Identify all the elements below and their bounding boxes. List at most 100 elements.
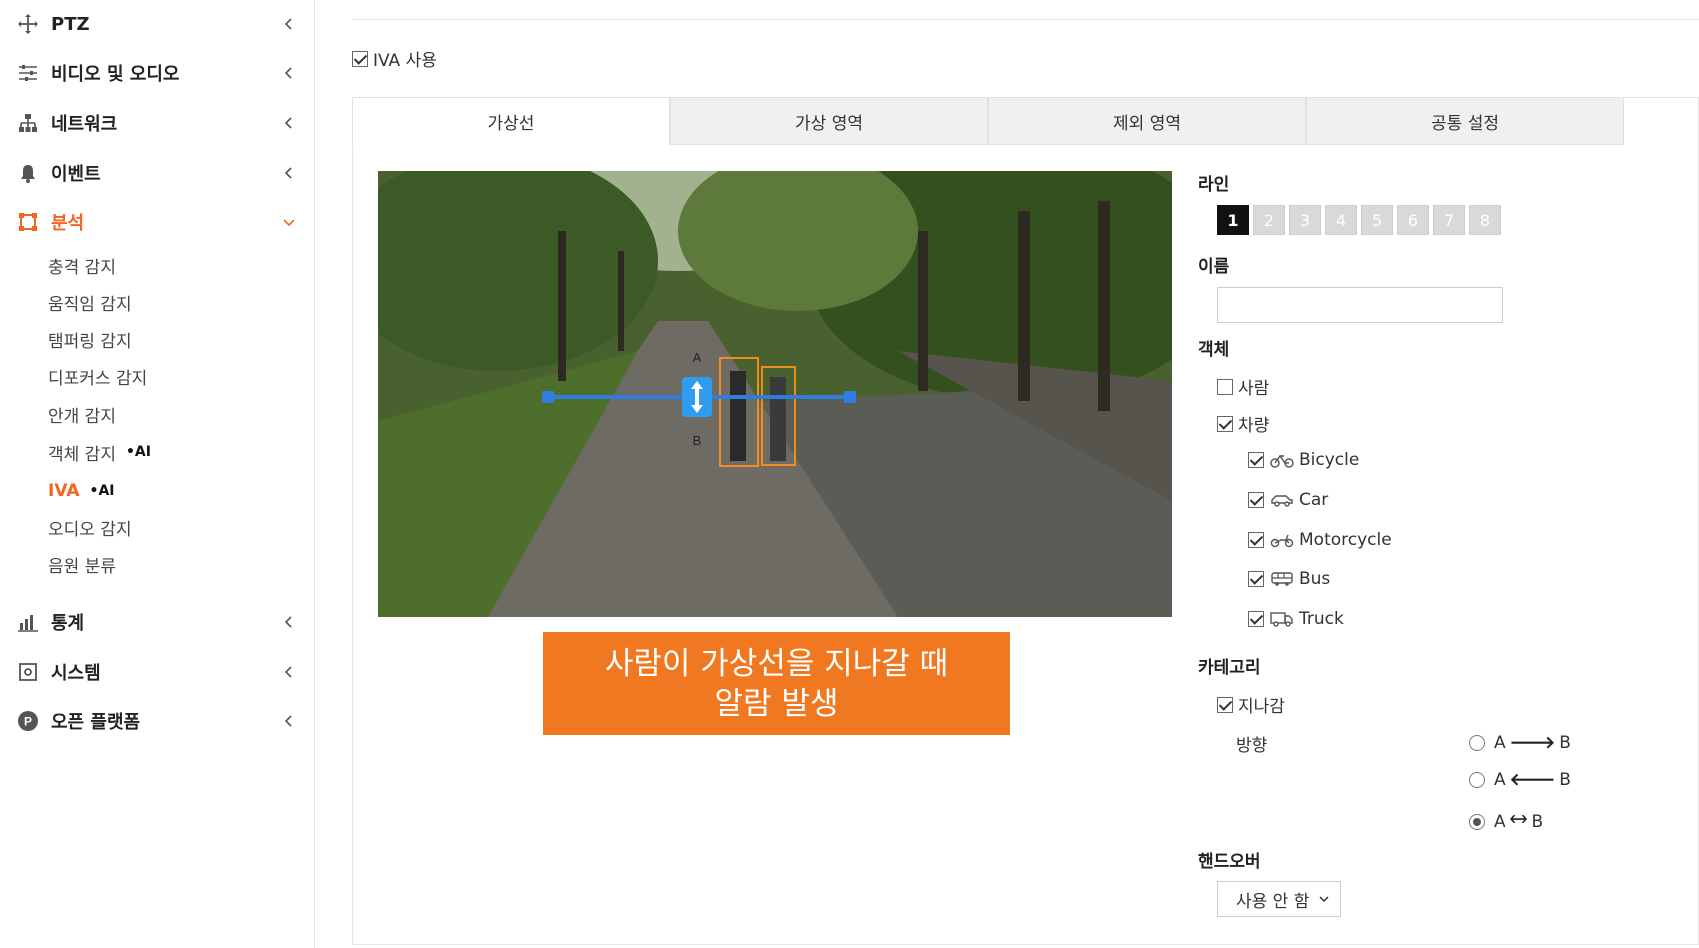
line-button-4[interactable]: 4 bbox=[1325, 205, 1357, 235]
svg-text:P: P bbox=[24, 715, 32, 729]
sidebar-item-label: 분석 bbox=[51, 213, 85, 234]
object-vehicle-label: 차량 bbox=[1238, 416, 1270, 436]
line-button-3[interactable]: 3 bbox=[1289, 205, 1321, 235]
sidebar-item-label: 시스템 bbox=[51, 663, 101, 684]
vehicle-truck-checkbox[interactable]: Truck bbox=[1248, 609, 1344, 629]
tab-common-settings[interactable]: 공통 설정 bbox=[1306, 97, 1624, 145]
sub-item-motion[interactable]: 움직임 감지 bbox=[48, 287, 132, 317]
sidebar-item-label: 네트워크 bbox=[51, 114, 118, 135]
line-button-6[interactable]: 6 bbox=[1397, 205, 1429, 235]
direction-a-to-b-radio[interactable]: A 🡒 B bbox=[1469, 733, 1571, 753]
sidebar-item-system[interactable]: 시스템 bbox=[0, 652, 314, 692]
sidebar-item-network[interactable]: 네트워크 bbox=[0, 103, 314, 143]
checkbox[interactable] bbox=[1248, 532, 1264, 548]
direction-b-to-a-radio[interactable]: A 🡐 B bbox=[1469, 770, 1571, 790]
sidebar-item-analysis[interactable]: 분석 bbox=[0, 202, 314, 242]
sub-item-fog[interactable]: 안개 감지 bbox=[48, 399, 116, 429]
direction-a: A bbox=[1494, 811, 1506, 832]
object-person-checkbox[interactable]: 사람 bbox=[1217, 374, 1269, 399]
chevron-down-icon bbox=[283, 219, 295, 227]
video-preview[interactable]: A B bbox=[378, 171, 1172, 617]
sub-item-sound-classification[interactable]: 음원 분류 bbox=[48, 549, 116, 579]
arrow-left-icon: 🡐 bbox=[1509, 770, 1556, 790]
sub-item-label: 안개 감지 bbox=[48, 406, 116, 427]
chevron-down-icon bbox=[1319, 896, 1329, 903]
vehicle-bicycle-checkbox[interactable]: Bicycle bbox=[1248, 450, 1359, 470]
sidebar-item-open-platform[interactable]: P 오픈 플랫폼 bbox=[0, 701, 314, 741]
object-vehicle-checkbox[interactable]: 차량 bbox=[1217, 411, 1269, 436]
platform-p-icon: P bbox=[18, 711, 38, 731]
vehicle-car-checkbox[interactable]: Car bbox=[1248, 490, 1328, 510]
sidebar-item-ptz[interactable]: PTZ bbox=[0, 4, 314, 44]
sub-item-tampering[interactable]: 탬퍼링 감지 bbox=[48, 324, 132, 354]
line-button-5[interactable]: 5 bbox=[1361, 205, 1393, 235]
move-icon bbox=[18, 14, 38, 34]
checkbox[interactable] bbox=[1248, 492, 1264, 508]
sidebar-item-event[interactable]: 이벤트 bbox=[0, 153, 314, 193]
iva-enable-label: IVA 사용 bbox=[373, 51, 437, 71]
line-button-8[interactable]: 8 bbox=[1469, 205, 1501, 235]
line-button-1[interactable]: 1 bbox=[1217, 205, 1249, 235]
tab-exclude-area[interactable]: 제외 영역 bbox=[988, 97, 1306, 145]
chevron-left-icon bbox=[284, 67, 292, 79]
direction-a: A bbox=[1494, 770, 1506, 790]
checkbox[interactable] bbox=[1217, 696, 1233, 713]
bell-icon bbox=[21, 165, 35, 183]
sidebar-item-video-audio[interactable]: 비디오 및 오디오 bbox=[0, 53, 314, 93]
ai-badge: •AI bbox=[89, 483, 115, 499]
main-content: IVA 사용 가상선 가상 영역 제외 영역 공통 설정 A B 사람이 가상선… bbox=[314, 0, 1699, 948]
tab-virtual-line[interactable]: 가상선 bbox=[352, 97, 670, 145]
sub-item-object-detection[interactable]: 객체 감지 •AI bbox=[48, 437, 151, 467]
radio-button[interactable] bbox=[1469, 813, 1485, 830]
radio-button[interactable] bbox=[1469, 772, 1485, 788]
checkbox[interactable] bbox=[1217, 415, 1233, 432]
chevron-left-icon bbox=[284, 18, 292, 30]
sub-item-label: 충격 감지 bbox=[48, 257, 116, 278]
bar-chart-icon bbox=[18, 615, 38, 632]
marker-b: B bbox=[693, 433, 702, 448]
sub-item-iva[interactable]: IVA •AI bbox=[48, 476, 115, 506]
line-section-title: 라인 bbox=[1198, 175, 1230, 195]
vehicle-car-label: Car bbox=[1299, 490, 1329, 510]
line-selector: 1 2 3 4 5 6 7 8 bbox=[1217, 205, 1501, 235]
vehicle-bus-checkbox[interactable]: Bus bbox=[1248, 569, 1330, 589]
sub-item-label: 오디오 감지 bbox=[48, 519, 132, 540]
handover-select[interactable]: 사용 안 함 bbox=[1217, 881, 1341, 917]
checkbox[interactable] bbox=[1217, 378, 1233, 395]
line-button-2[interactable]: 2 bbox=[1253, 205, 1285, 235]
vehicle-bus-label: Bus bbox=[1299, 569, 1331, 589]
vehicle-motorcycle-label: Motorcycle bbox=[1299, 530, 1392, 550]
vehicle-bicycle-label: Bicycle bbox=[1299, 450, 1360, 470]
bus-icon bbox=[1271, 572, 1293, 586]
direction-both-radio[interactable]: A 🡘 B bbox=[1469, 807, 1543, 836]
bicycle-icon bbox=[1270, 454, 1294, 468]
object-section-title: 객체 bbox=[1198, 340, 1230, 360]
category-pass-checkbox[interactable]: 지나감 bbox=[1217, 692, 1285, 717]
video-scene: A B bbox=[378, 171, 1172, 617]
sub-item-audio-detection[interactable]: 오디오 감지 bbox=[48, 512, 132, 542]
handover-value: 사용 안 함 bbox=[1236, 891, 1310, 912]
chevron-left-icon bbox=[284, 167, 292, 179]
direction-b: B bbox=[1559, 770, 1571, 790]
vehicle-motorcycle-checkbox[interactable]: Motorcycle bbox=[1248, 530, 1392, 550]
tab-virtual-area[interactable]: 가상 영역 bbox=[670, 97, 988, 145]
checkbox[interactable] bbox=[1248, 611, 1264, 627]
checkbox[interactable] bbox=[1248, 571, 1264, 587]
checkbox[interactable] bbox=[352, 50, 368, 67]
category-pass-label: 지나감 bbox=[1238, 697, 1285, 717]
object-person-label: 사람 bbox=[1238, 379, 1270, 399]
name-input[interactable] bbox=[1217, 287, 1503, 323]
line-button-7[interactable]: 7 bbox=[1433, 205, 1465, 235]
radio-button[interactable] bbox=[1469, 735, 1485, 751]
sub-item-label: 객체 감지 bbox=[48, 444, 116, 465]
sub-item-shock[interactable]: 충격 감지 bbox=[48, 250, 116, 280]
caption-line-1: 사람이 가상선을 지나갈 때 bbox=[604, 645, 949, 682]
divider bbox=[352, 19, 1699, 20]
sub-item-defocus[interactable]: 디포커스 감지 bbox=[48, 361, 147, 391]
system-icon bbox=[19, 663, 37, 681]
checkbox[interactable] bbox=[1248, 452, 1264, 468]
sidebar-item-statistics[interactable]: 통계 bbox=[0, 602, 314, 642]
iva-enable-checkbox[interactable]: IVA 사용 bbox=[352, 46, 437, 71]
car-icon bbox=[1271, 495, 1293, 507]
sidebar-item-label: 오픈 플랫폼 bbox=[51, 712, 141, 733]
